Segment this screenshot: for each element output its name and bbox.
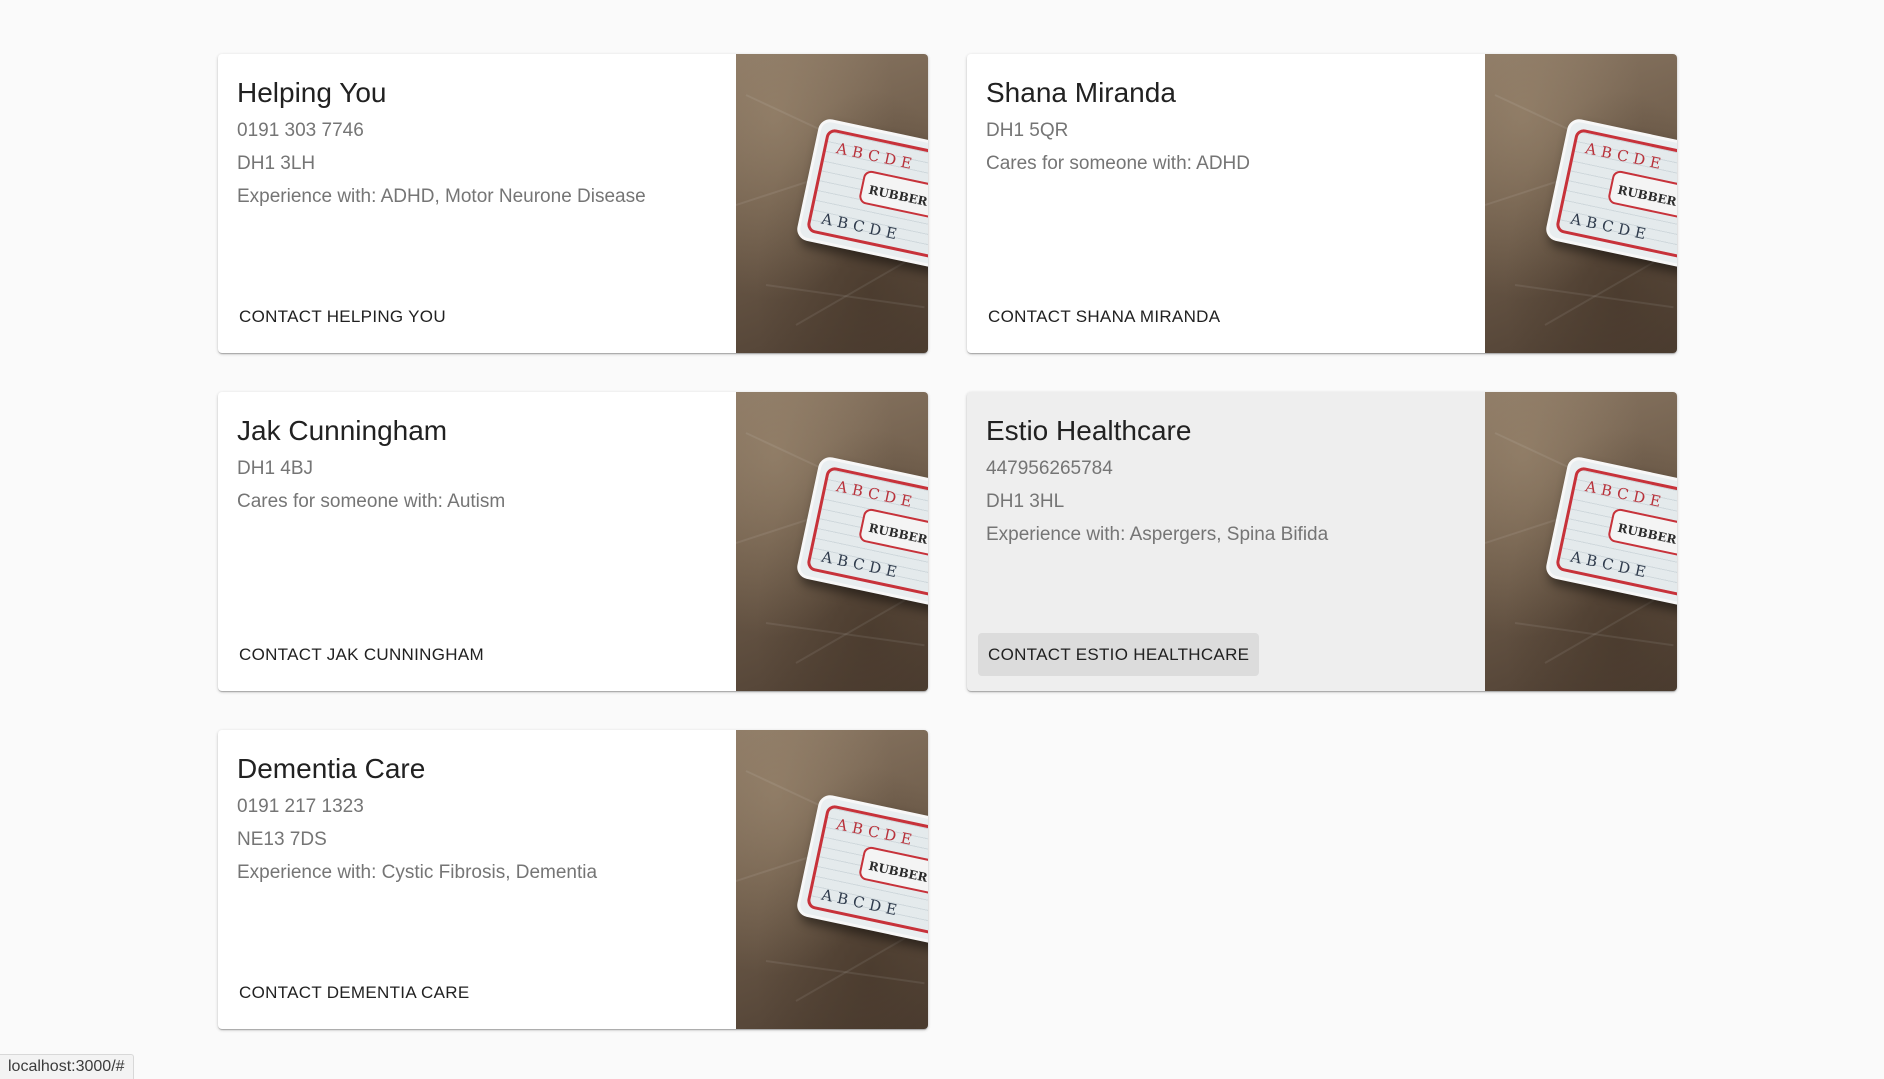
- rubber-stamp-box-image: ABCDERUBBER SABCDE: [736, 54, 928, 353]
- card-title: Estio Healthcare: [986, 415, 1192, 446]
- stamp-letters-top: ABCDE: [834, 139, 919, 174]
- carer-card: Shana Miranda DH1 5QR Cares for someone wi…: [967, 54, 1677, 353]
- card-detail-line: DH1 3HL: [986, 490, 1065, 512]
- stamp-letters-top: ABCDE: [1583, 139, 1668, 174]
- card-content: Dementia Care 0191 217 1323 NE13 7DS Experi…: [218, 730, 736, 1029]
- stamp-box: ABCDERUBBER SABCDE: [795, 117, 928, 275]
- card-title: Helping You: [237, 77, 387, 108]
- card-title: Jak Cunningham: [237, 415, 448, 446]
- card-title: Shana Miranda: [986, 77, 1176, 108]
- card-content: Shana Miranda DH1 5QR Cares for someone wi…: [967, 54, 1485, 353]
- stamp-letters-bottom: ABCDE: [1568, 209, 1653, 245]
- stamp-box-inner: ABCDERUBBER SABCDE: [1554, 465, 1677, 603]
- stamp-box-label: RUBBER S: [1606, 507, 1677, 560]
- stamp-box-label: RUBBER S: [857, 169, 928, 222]
- browser-status-bar: localhost:3000/#: [0, 1054, 134, 1079]
- stamp-box: ABCDERUBBER SABCDE: [795, 793, 928, 951]
- contact-button[interactable]: CONTACT ESTIO HEALTHCARE: [978, 633, 1260, 676]
- card-detail-line: 0191 303 7746: [237, 119, 364, 141]
- stamp-letters-bottom: ABCDE: [819, 547, 904, 583]
- stamp-box: ABCDERUBBER SABCDE: [1544, 455, 1677, 613]
- card-detail-line: Experience with: Cystic Fibrosis, Dement…: [237, 861, 598, 883]
- rubber-stamp-box-image: ABCDERUBBER SABCDE: [1485, 54, 1677, 353]
- stamp-box-inner: ABCDERUBBER SABCDE: [805, 127, 928, 265]
- stamp-box-label: RUBBER S: [857, 507, 928, 560]
- contact-button[interactable]: CONTACT HELPING YOU: [229, 295, 456, 338]
- stamp-box-inner: ABCDERUBBER SABCDE: [1554, 127, 1677, 265]
- stamp-letters-bottom: ABCDE: [1568, 547, 1653, 583]
- stamp-letters-bottom: ABCDE: [819, 885, 904, 921]
- card-content: Helping You 0191 303 7746 DH1 3LH Experienc…: [218, 54, 736, 353]
- card-detail-line: Cares for someone with: Autism: [237, 490, 506, 512]
- stamp-letters-top: ABCDE: [1583, 477, 1668, 512]
- card-detail-line: NE13 7DS: [237, 828, 327, 850]
- carer-card-grid: Helping You 0191 303 7746 DH1 3LH Experienc…: [218, 54, 1677, 1029]
- card-detail-line: DH1 4BJ: [237, 457, 314, 479]
- stamp-letters-top: ABCDE: [834, 815, 919, 850]
- stamp-box: ABCDERUBBER SABCDE: [1544, 117, 1677, 275]
- card-detail-line: DH1 5QR: [986, 119, 1069, 141]
- card-detail-line: Experience with: Aspergers, Spina Bifida: [986, 523, 1329, 545]
- rubber-stamp-box-image: ABCDERUBBER SABCDE: [736, 730, 928, 1029]
- contact-button[interactable]: CONTACT JAK CUNNINGHAM: [229, 633, 494, 676]
- rubber-stamp-box-image: ABCDERUBBER SABCDE: [1485, 392, 1677, 691]
- stamp-letters-top: ABCDE: [834, 477, 919, 512]
- stamp-letters-bottom: ABCDE: [819, 209, 904, 245]
- card-detail-line: Cares for someone with: ADHD: [986, 152, 1250, 174]
- stamp-box-label: RUBBER S: [1606, 169, 1677, 222]
- card-detail-line: DH1 3LH: [237, 152, 316, 174]
- card-title: Dementia Care: [237, 753, 426, 784]
- card-content: Estio Healthcare 447956265784 DH1 3HL Exper…: [967, 392, 1485, 691]
- carer-card: Jak Cunningham DH1 4BJ Cares for someone w…: [218, 392, 928, 691]
- rubber-stamp-box-image: ABCDERUBBER SABCDE: [736, 392, 928, 691]
- carer-card: Estio Healthcare 447956265784 DH1 3HL Exper…: [967, 392, 1677, 691]
- card-detail-line: Experience with: ADHD, Motor Neurone Dis…: [237, 185, 646, 207]
- contact-button[interactable]: CONTACT DEMENTIA CARE: [229, 971, 479, 1014]
- carer-card: Helping You 0191 303 7746 DH1 3LH Experienc…: [218, 54, 928, 353]
- card-detail-line: 447956265784: [986, 457, 1113, 479]
- stamp-box-inner: ABCDERUBBER SABCDE: [805, 465, 928, 603]
- card-detail-line: 0191 217 1323: [237, 795, 364, 817]
- stamp-box: ABCDERUBBER SABCDE: [795, 455, 928, 613]
- page: Helping You 0191 303 7746 DH1 3LH Experienc…: [0, 0, 1884, 1079]
- stamp-box-inner: ABCDERUBBER SABCDE: [805, 803, 928, 941]
- carer-card: Dementia Care 0191 217 1323 NE13 7DS Experi…: [218, 730, 928, 1029]
- stamp-box-label: RUBBER S: [857, 845, 928, 898]
- card-content: Jak Cunningham DH1 4BJ Cares for someone w…: [218, 392, 736, 691]
- contact-button[interactable]: CONTACT SHANA MIRANDA: [978, 295, 1230, 338]
